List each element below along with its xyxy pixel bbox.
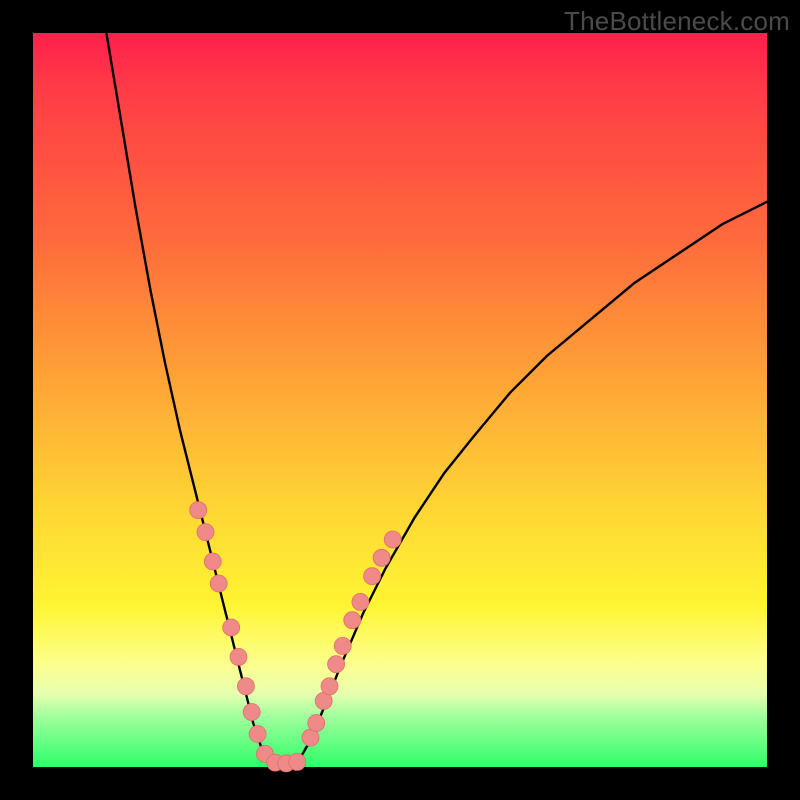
data-point [308, 715, 325, 732]
data-point [237, 678, 254, 695]
data-point [223, 619, 240, 636]
dots-group [190, 502, 402, 772]
watermark-text: TheBottleneck.com [564, 6, 790, 37]
data-point [197, 524, 214, 541]
data-point [230, 648, 247, 665]
data-point [321, 678, 338, 695]
data-point [334, 637, 351, 654]
data-point [373, 549, 390, 566]
data-point [204, 553, 221, 570]
data-point [289, 753, 306, 770]
data-point [190, 502, 207, 519]
plot-area [33, 33, 767, 767]
data-point [364, 568, 381, 585]
data-point [210, 575, 227, 592]
data-point [352, 593, 369, 610]
data-point [344, 612, 361, 629]
curve-group [106, 33, 767, 766]
data-point [249, 726, 266, 743]
chart-svg [33, 33, 767, 767]
data-point [243, 704, 260, 721]
chart-frame: TheBottleneck.com [0, 0, 800, 800]
bottleneck-curve [106, 33, 767, 766]
data-point [384, 531, 401, 548]
data-point [328, 656, 345, 673]
